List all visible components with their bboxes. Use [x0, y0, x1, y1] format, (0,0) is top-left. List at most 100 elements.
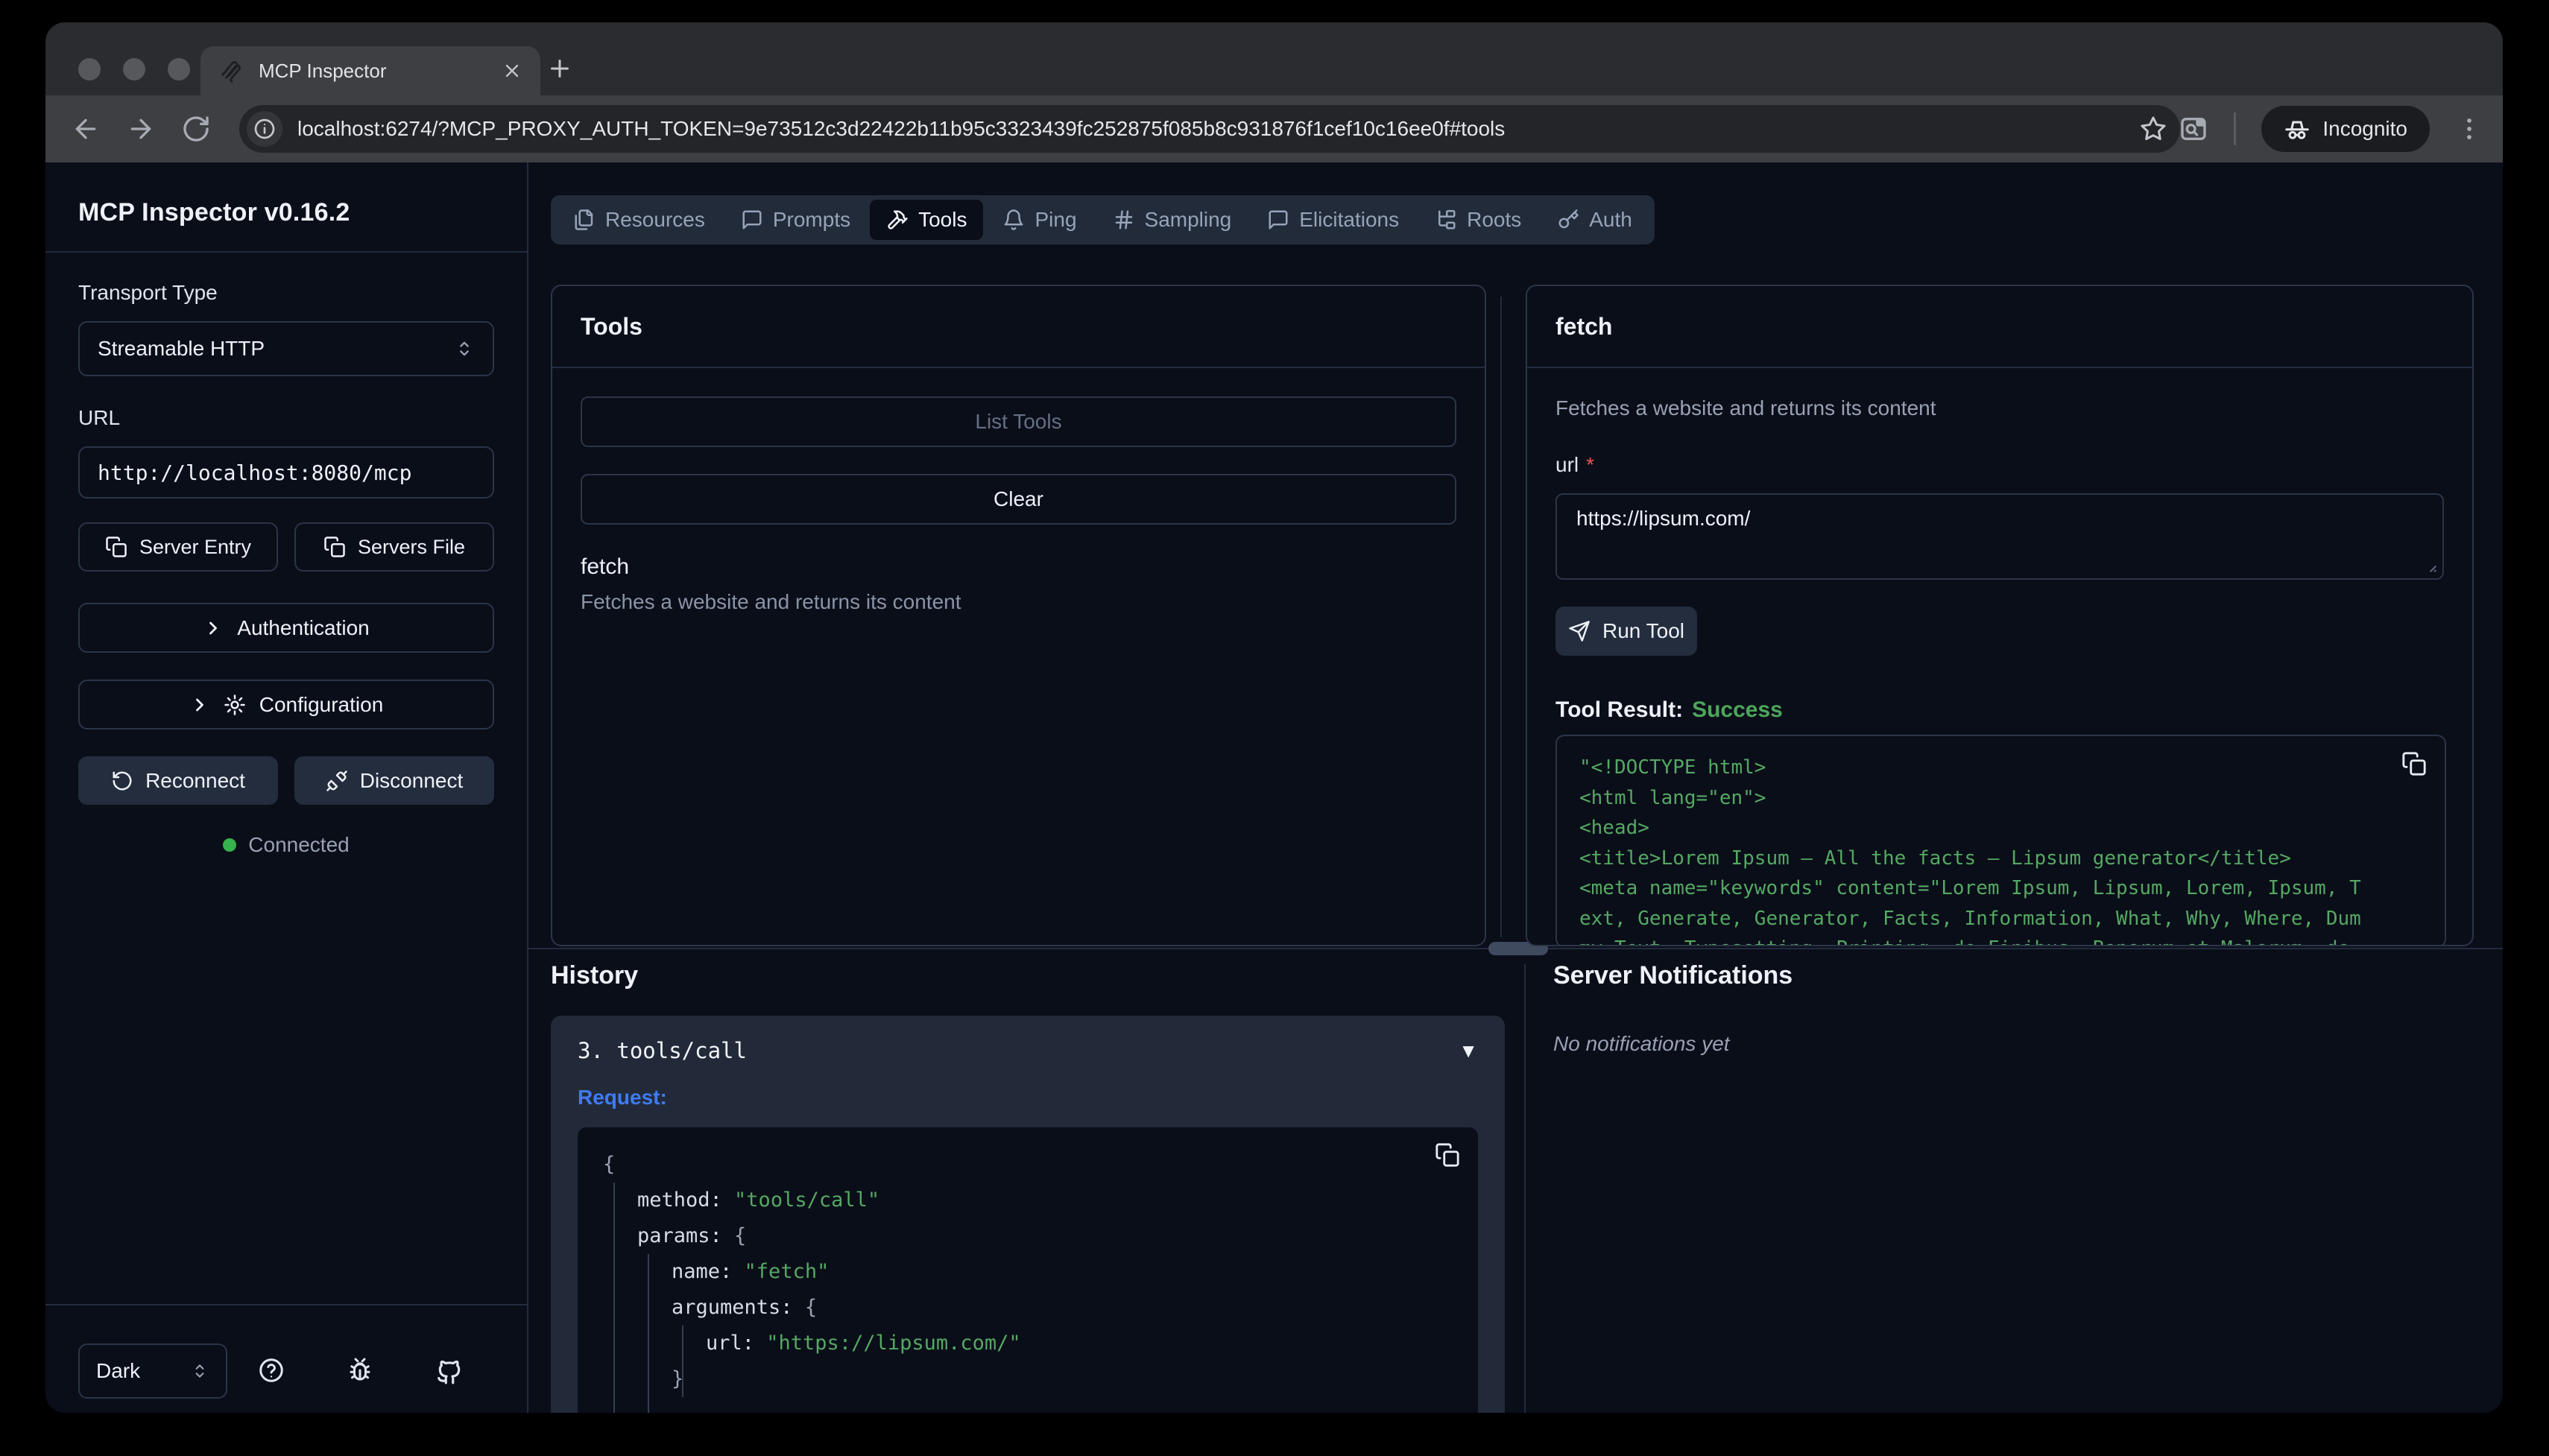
configuration-expander[interactable]: Configuration — [78, 680, 494, 729]
browser-tabstrip: MCP Inspector — [45, 22, 2503, 95]
site-info-icon[interactable] — [247, 111, 282, 147]
copy-request-button[interactable] — [1435, 1142, 1460, 1168]
reload-icon[interactable] — [181, 114, 211, 144]
copy-icon — [323, 536, 346, 558]
url-text: localhost:6274/?MCP_PROXY_AUTH_TOKEN=9e7… — [297, 117, 2140, 141]
traffic-light-minimize[interactable] — [123, 58, 145, 80]
new-tab-button[interactable] — [546, 55, 573, 82]
transport-type-select[interactable]: Streamable HTTP — [78, 321, 494, 376]
toolbar-divider — [2234, 113, 2236, 145]
sidebar: MCP Inspector v0.16.2 Transport Type Str… — [45, 162, 528, 1413]
send-icon — [1568, 620, 1591, 642]
feature-tabs: Resources Prompts Tools Ping — [551, 195, 1655, 244]
traffic-light-zoom[interactable] — [168, 58, 190, 80]
pane-divider-vertical[interactable] — [1500, 297, 1502, 937]
key-icon — [1557, 209, 1579, 231]
tab-prompts[interactable]: Prompts — [724, 200, 867, 240]
toolbar-right: Incognito — [2179, 95, 2483, 162]
param-label: url — [1555, 453, 1579, 476]
tab-roots[interactable]: Roots — [1418, 200, 1538, 240]
hammer-icon — [886, 209, 909, 231]
connection-status: Connected — [78, 833, 494, 857]
browser-tab[interactable]: MCP Inspector — [200, 46, 540, 95]
window-controls — [78, 58, 190, 80]
tool-result-status: Success — [1692, 697, 1783, 722]
tab-close-icon[interactable] — [502, 60, 522, 81]
sidebar-footer: Dark — [45, 1304, 527, 1413]
tool-detail-description: Fetches a website and returns its conten… — [1555, 396, 2444, 420]
url-param-textarea[interactable]: https://lipsum.com/ — [1555, 493, 2444, 580]
url-param-value: https://lipsum.com/ — [1576, 507, 1750, 530]
collapse-caret-icon[interactable]: ▼ — [1459, 1039, 1478, 1063]
tab-ping[interactable]: Ping — [986, 200, 1093, 240]
history-entry-card: 3. tools/call ▼ Request: { method: "tool… — [551, 1016, 1505, 1413]
chevron-right-icon — [189, 694, 210, 715]
tool-detail-panel: fetch Fetches a website and returns its … — [1526, 285, 2474, 946]
server-entry-button[interactable]: Server Entry — [78, 522, 278, 572]
request-json-block[interactable]: { method: "tools/call" params: { name: "… — [578, 1127, 1478, 1413]
tools-panel-title: Tools — [581, 313, 642, 341]
incognito-label: Incognito — [2322, 117, 2407, 141]
server-url-input[interactable]: http://localhost:8080/mcp — [78, 446, 494, 498]
tool-result-code-block[interactable]: "<!DOCTYPE html> <html lang="en"> <head>… — [1555, 735, 2446, 946]
disconnect-button[interactable]: Disconnect — [294, 756, 494, 805]
status-text: Connected — [248, 833, 349, 857]
side-panel-search-icon[interactable] — [2179, 114, 2208, 144]
servers-file-button[interactable]: Servers File — [294, 522, 494, 572]
screen: MCP Inspector — [0, 0, 2549, 1456]
url-bar[interactable]: localhost:6274/?MCP_PROXY_AUTH_TOKEN=9e7… — [239, 105, 2180, 153]
url-field-label: URL — [78, 406, 494, 430]
bookmark-star-icon[interactable] — [2140, 115, 2167, 142]
message-square-icon — [1267, 209, 1289, 231]
rotate-ccw-icon — [111, 770, 133, 792]
transport-type-value: Streamable HTTP — [98, 337, 454, 361]
tab-title: MCP Inspector — [259, 60, 487, 83]
run-tool-button[interactable]: Run Tool — [1555, 607, 1697, 656]
chevron-right-icon — [203, 618, 224, 639]
hash-icon — [1113, 209, 1135, 231]
indent-guide — [613, 1183, 615, 1413]
main-content: Resources Prompts Tools Ping — [528, 162, 2503, 1413]
history-entry-label: 3. tools/call — [578, 1038, 1459, 1063]
notifications-empty-text: No notifications yet — [1553, 1032, 2474, 1056]
tab-auth[interactable]: Auth — [1541, 200, 1649, 240]
traffic-light-close[interactable] — [78, 58, 101, 80]
help-icon[interactable] — [258, 1357, 285, 1385]
authentication-expander[interactable]: Authentication — [78, 603, 494, 653]
list-tools-button[interactable]: List Tools — [581, 396, 1456, 447]
theme-value: Dark — [96, 1359, 190, 1383]
tab-resources[interactable]: Resources — [557, 200, 721, 240]
chevrons-up-down-icon — [454, 338, 475, 359]
history-title: History — [551, 961, 1505, 990]
transport-type-label: Transport Type — [78, 281, 494, 305]
back-icon[interactable] — [71, 114, 101, 144]
tab-tools[interactable]: Tools — [870, 200, 983, 240]
tab-sampling[interactable]: Sampling — [1096, 200, 1248, 240]
resize-handle-icon[interactable] — [2419, 554, 2438, 574]
indent-guide — [682, 1326, 683, 1397]
browser-toolbar: localhost:6274/?MCP_PROXY_AUTH_TOKEN=9e7… — [45, 95, 2503, 162]
github-icon[interactable] — [435, 1357, 464, 1385]
clear-tools-button[interactable]: Clear — [581, 474, 1456, 525]
sidebar-header: MCP Inspector v0.16.2 — [45, 162, 527, 253]
copy-icon — [2401, 751, 2427, 776]
theme-select[interactable]: Dark — [78, 1343, 227, 1399]
message-square-icon — [741, 209, 763, 231]
bug-icon[interactable] — [347, 1357, 373, 1385]
reconnect-button[interactable]: Reconnect — [78, 756, 278, 805]
browser-menu-icon[interactable] — [2455, 115, 2483, 143]
tab-elicitations[interactable]: Elicitations — [1251, 200, 1415, 240]
tool-detail-title: fetch — [1555, 313, 1612, 341]
bottom-pane-divider[interactable] — [1524, 964, 1526, 1413]
chevrons-up-down-icon — [190, 1361, 209, 1381]
copy-icon — [105, 536, 127, 558]
tools-panel: Tools List Tools Clear fetch Fetches a w… — [551, 285, 1486, 946]
tool-list-item[interactable]: fetch Fetches a website and returns its … — [581, 554, 1456, 614]
history-entry-header[interactable]: 3. tools/call ▼ — [551, 1016, 1505, 1081]
copy-icon — [1435, 1142, 1460, 1168]
forward-icon[interactable] — [126, 114, 156, 144]
copy-result-button[interactable] — [2401, 751, 2427, 776]
tool-description: Fetches a website and returns its conten… — [581, 590, 1456, 614]
status-dot — [223, 838, 236, 852]
server-notifications-title: Server Notifications — [1553, 961, 2474, 990]
